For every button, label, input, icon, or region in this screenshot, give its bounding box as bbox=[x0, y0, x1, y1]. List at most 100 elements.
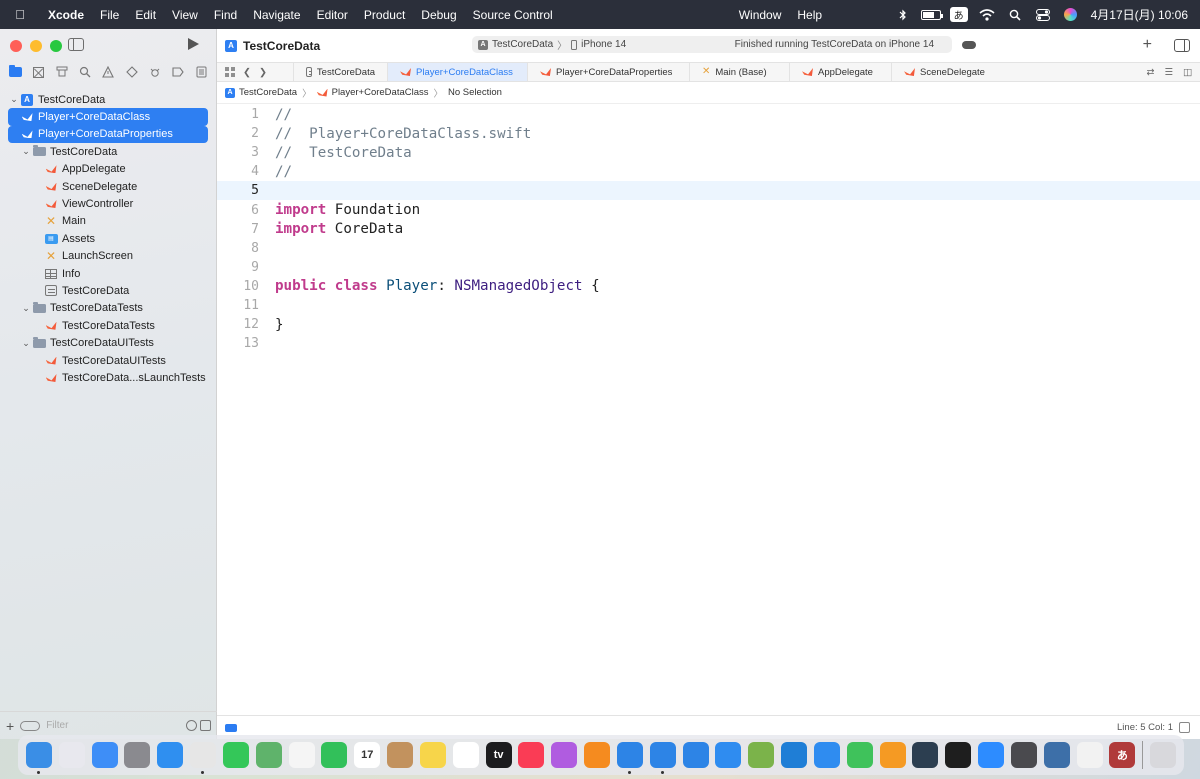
menu-window[interactable]: Window bbox=[731, 8, 790, 22]
chevron-down-icon[interactable]: ⌄ bbox=[20, 303, 32, 314]
script-editor-icon[interactable] bbox=[748, 742, 775, 768]
tab-testcoredata-model[interactable]: TestCoreData bbox=[293, 63, 387, 81]
apple-tv-icon[interactable]: tv bbox=[485, 742, 512, 768]
symbol-navigator-tab-icon[interactable] bbox=[55, 66, 69, 78]
tree-row-player-coredataproperties[interactable]: Player+CoreDataProperties bbox=[8, 125, 208, 144]
tree-row-main[interactable]: ✕ Main bbox=[0, 213, 217, 230]
maps-icon[interactable] bbox=[255, 742, 282, 768]
notes-icon[interactable] bbox=[419, 742, 446, 768]
menu-view[interactable]: View bbox=[164, 8, 206, 22]
tree-row-tests-file[interactable]: TestCoreDataTests bbox=[0, 317, 217, 334]
tree-row-group-testcoredata[interactable]: ⌄ TestCoreData bbox=[0, 143, 217, 160]
breadcrumb-project[interactable]: A TestCoreData bbox=[225, 87, 297, 98]
code-line[interactable]: 4 // bbox=[217, 162, 1200, 181]
code-line[interactable]: 7 import CoreData bbox=[217, 220, 1200, 239]
related-items-grid-icon[interactable] bbox=[225, 67, 235, 77]
github-icon[interactable] bbox=[912, 742, 939, 768]
tree-row-group-tests[interactable]: ⌄ TestCoreDataTests bbox=[0, 300, 217, 317]
code-line[interactable]: 2 // Player+CoreDataClass.swift bbox=[217, 124, 1200, 143]
menu-app-name[interactable]: Xcode bbox=[40, 8, 92, 22]
menu-find[interactable]: Find bbox=[206, 8, 245, 22]
run-button[interactable] bbox=[188, 38, 199, 50]
code-line[interactable]: 1 // bbox=[217, 105, 1200, 124]
add-editor-split-icon[interactable]: ◫ bbox=[1183, 67, 1192, 78]
reminders-icon[interactable] bbox=[452, 742, 479, 768]
library-plus-button[interactable]: + bbox=[1143, 37, 1152, 53]
chrome-icon[interactable] bbox=[190, 742, 217, 774]
calculator-icon[interactable] bbox=[1010, 742, 1037, 768]
report-navigator-tab-icon[interactable] bbox=[194, 66, 208, 78]
minimize-window-button[interactable] bbox=[30, 40, 42, 52]
tab-scenedelegate[interactable]: SceneDelegate bbox=[891, 63, 1001, 81]
contacts-icon[interactable] bbox=[387, 742, 414, 768]
navigator-filter-input[interactable]: Filter bbox=[46, 720, 180, 731]
menu-clock[interactable]: 4月17日(月) 10:06 bbox=[1085, 6, 1200, 23]
debug-area-toggle-icon[interactable] bbox=[225, 723, 237, 732]
vscode-icon[interactable] bbox=[781, 742, 808, 768]
debug-navigator-tab-icon[interactable] bbox=[148, 66, 162, 78]
wifi-icon[interactable] bbox=[975, 7, 999, 23]
tree-row-viewcontroller[interactable]: ViewController bbox=[0, 195, 217, 212]
add-file-button[interactable]: + bbox=[6, 718, 14, 734]
code-line[interactable]: 8 bbox=[217, 239, 1200, 258]
close-window-button[interactable] bbox=[10, 40, 22, 52]
preview-icon[interactable] bbox=[1043, 742, 1070, 768]
code-line[interactable]: 10 public class Player: NSManagedObject { bbox=[217, 277, 1200, 296]
pages-icon[interactable] bbox=[879, 742, 906, 768]
menu-product[interactable]: Product bbox=[356, 8, 413, 22]
code-line[interactable]: 12} bbox=[217, 315, 1200, 334]
finder-icon[interactable] bbox=[26, 742, 52, 774]
battery-icon[interactable] bbox=[919, 7, 943, 23]
books-icon[interactable] bbox=[584, 742, 611, 768]
source-editor[interactable]: 1 // 2 // Player+CoreDataClass.swift 3 // Tes… bbox=[217, 105, 1200, 712]
tree-row-project[interactable]: ⌄ A TestCoreData bbox=[0, 91, 217, 108]
spotlight-search-icon[interactable] bbox=[1003, 7, 1027, 23]
code-line[interactable]: 11 bbox=[217, 296, 1200, 315]
zoom-icon[interactable] bbox=[978, 742, 1005, 768]
project-navigator-tab-icon[interactable] bbox=[9, 65, 23, 78]
tree-row-scenedelegate[interactable]: SceneDelegate bbox=[0, 178, 217, 195]
chevron-down-icon[interactable]: ⌄ bbox=[8, 94, 20, 105]
textedit-icon[interactable] bbox=[1076, 742, 1103, 768]
system-settings-icon[interactable] bbox=[124, 742, 151, 768]
code-line[interactable]: 3 // TestCoreData bbox=[217, 143, 1200, 162]
messages-icon[interactable] bbox=[222, 742, 249, 768]
tree-row-player-coredataclass[interactable]: Player+CoreDataClass bbox=[8, 108, 208, 126]
chevron-left-icon[interactable]: ❮ bbox=[243, 67, 251, 78]
tree-row-launchscreen[interactable]: ✕ LaunchScreen bbox=[0, 248, 217, 265]
mail-icon[interactable] bbox=[91, 742, 118, 768]
tree-row-launchtests-file[interactable]: TestCoreData...sLaunchTests bbox=[0, 369, 217, 386]
source-control-filter-icon[interactable] bbox=[200, 720, 211, 731]
input-method-icon[interactable]: あ bbox=[947, 7, 971, 23]
find-navigator-tab-icon[interactable] bbox=[78, 66, 92, 78]
tree-row-data-model[interactable]: TestCoreData bbox=[0, 282, 217, 299]
tree-row-assets[interactable]: ▤ Assets bbox=[0, 230, 217, 247]
tree-row-group-uitests[interactable]: ⌄ TestCoreDataUITests bbox=[0, 334, 217, 351]
debug-area-split-icon[interactable] bbox=[1179, 722, 1190, 733]
filter-options-icon[interactable] bbox=[20, 720, 41, 731]
facetime-icon[interactable] bbox=[321, 742, 348, 768]
calendar-icon[interactable]: 17 bbox=[354, 742, 381, 768]
chevron-right-icon[interactable]: ❯ bbox=[259, 67, 267, 78]
code-line[interactable]: 9 bbox=[217, 258, 1200, 277]
siri-icon[interactable] bbox=[1059, 7, 1083, 23]
breakpoint-navigator-tab-icon[interactable] bbox=[171, 66, 185, 78]
tab-main-base[interactable]: ✕ Main (Base) bbox=[689, 63, 789, 81]
music-icon[interactable] bbox=[518, 742, 545, 768]
code-line[interactable]: 6 import Foundation bbox=[217, 200, 1200, 219]
breadcrumb-file[interactable]: Player+CoreDataClass bbox=[317, 87, 429, 98]
tree-row-uitests-file[interactable]: TestCoreDataUITests bbox=[0, 352, 217, 369]
chevron-down-icon[interactable]: ⌄ bbox=[20, 146, 32, 157]
issue-navigator-tab-icon[interactable] bbox=[101, 66, 115, 78]
photos-icon[interactable] bbox=[288, 742, 315, 768]
keynote-icon[interactable] bbox=[813, 742, 840, 768]
editor-options-icon[interactable]: ☰ bbox=[1164, 67, 1173, 78]
tab-player-coredataproperties[interactable]: Player+CoreDataProperties bbox=[527, 63, 689, 81]
control-center-icon[interactable] bbox=[1031, 7, 1055, 23]
xcode-cloud-icon[interactable] bbox=[962, 41, 976, 49]
navigator-toggle-icon[interactable] bbox=[68, 38, 84, 51]
menu-edit[interactable]: Edit bbox=[127, 8, 164, 22]
menu-debug[interactable]: Debug bbox=[413, 8, 464, 22]
apple-menu-icon[interactable]:  bbox=[0, 7, 40, 22]
tree-row-appdelegate[interactable]: AppDelegate bbox=[0, 161, 217, 178]
